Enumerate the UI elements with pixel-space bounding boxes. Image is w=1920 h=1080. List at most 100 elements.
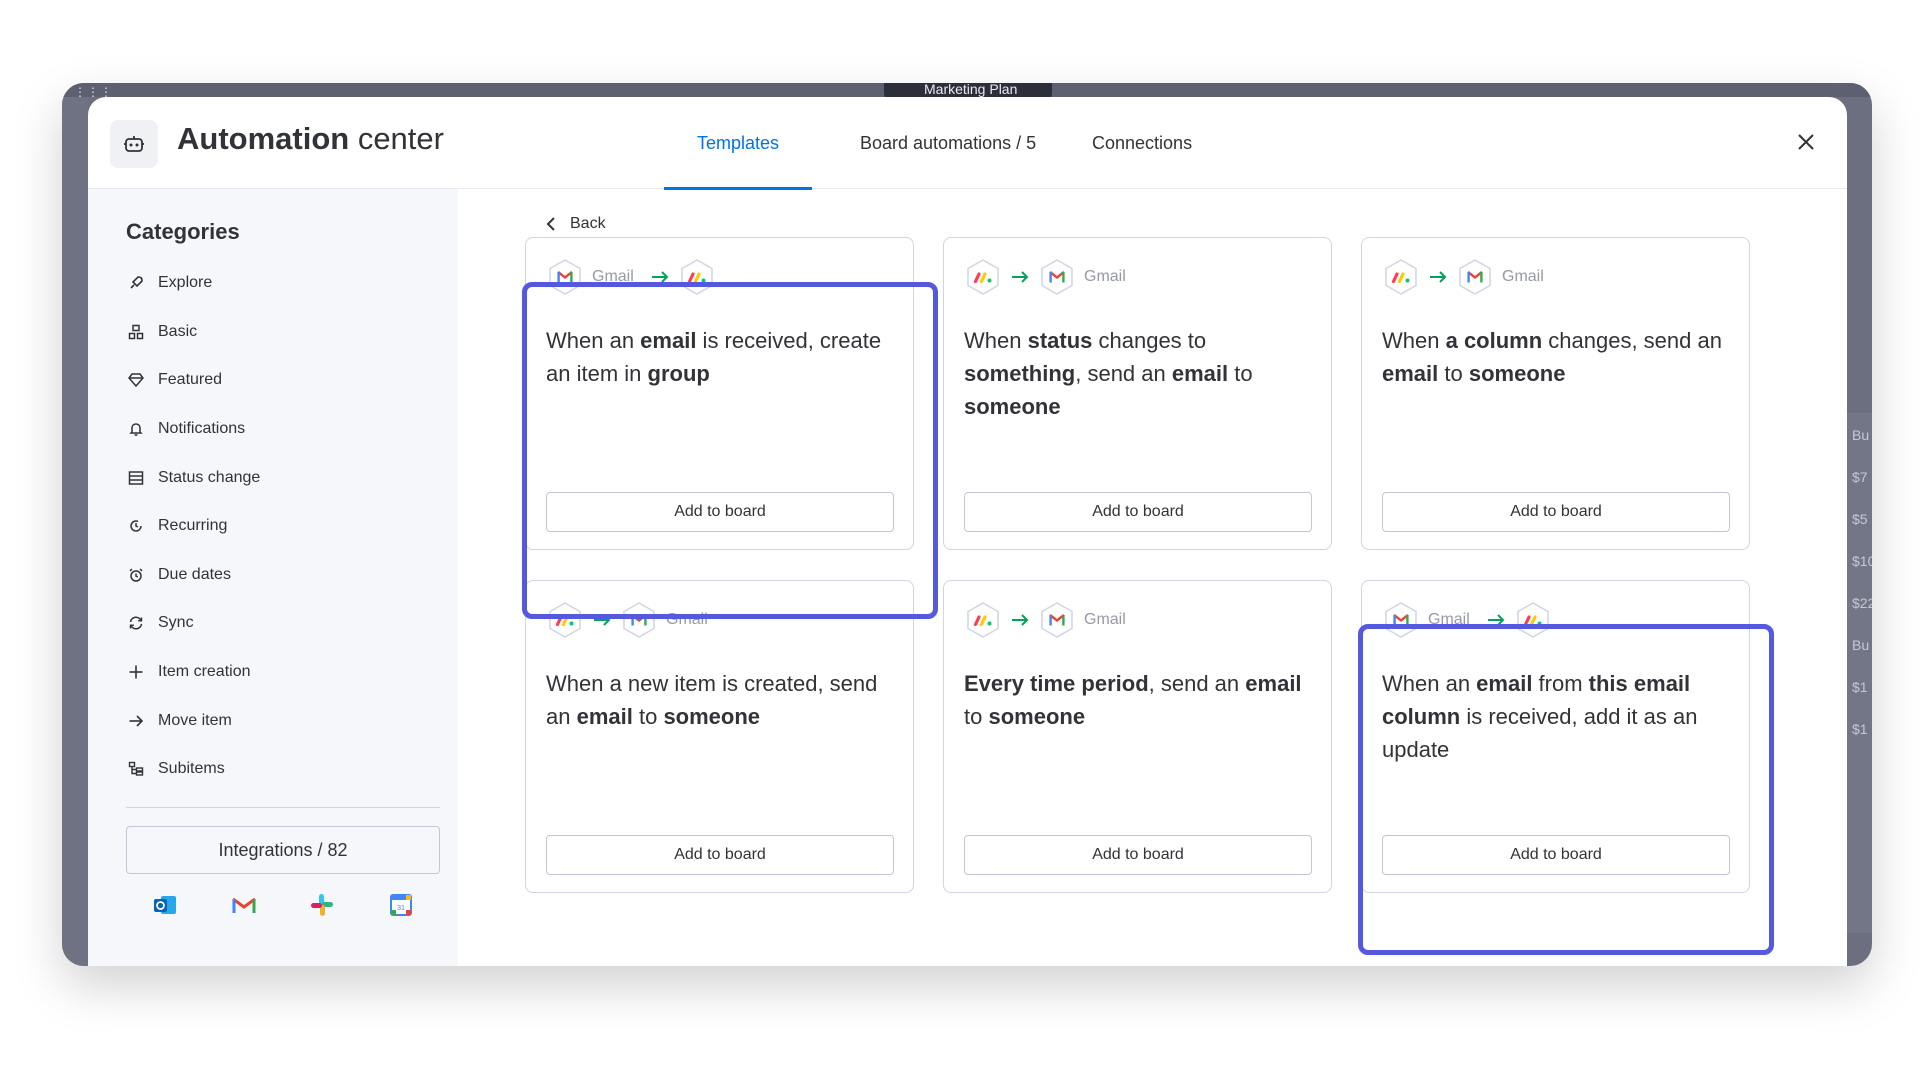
sidebar-item-label: Due dates — [158, 565, 231, 583]
close-icon[interactable] — [1789, 125, 1823, 159]
monday-icon — [964, 601, 1002, 639]
description-keyword: email — [1171, 361, 1229, 386]
back-label: Back — [570, 215, 606, 232]
add-to-board-button[interactable]: Add to board — [546, 492, 894, 532]
sidebar-item-featured[interactable]: Featured — [126, 356, 426, 405]
arrow-right-icon — [126, 711, 146, 731]
integration-flow: Gmail — [964, 258, 1134, 296]
sidebar-item-item-creation[interactable]: Item creation — [126, 648, 426, 697]
title-bold: Automation — [177, 121, 350, 156]
description-keyword: email — [1476, 671, 1533, 696]
template-card[interactable]: Gmail When an email from this email colum… — [1361, 580, 1750, 893]
gmail-label: Gmail — [1428, 611, 1470, 628]
add-to-board-button[interactable]: Add to board — [1382, 492, 1730, 532]
tab-bar: Templates Board automations / 5 Connecti… — [664, 97, 1192, 190]
template-description: When status changes to something, send a… — [964, 324, 1314, 423]
sidebar-item-explore[interactable]: Explore — [126, 259, 426, 308]
google-calendar-icon[interactable]: 31 — [385, 889, 417, 921]
background-cell: $1 — [1852, 679, 1868, 695]
description-text: When — [964, 328, 1028, 353]
integration-flow: Gmail — [964, 601, 1134, 639]
sidebar-item-due-dates[interactable]: Due dates — [126, 551, 426, 600]
gmail-icon — [546, 258, 584, 296]
integration-flow: Gmail — [1382, 258, 1552, 296]
gmail-label: Gmail — [1084, 268, 1126, 285]
template-description: When an email from this email column is … — [1382, 667, 1732, 766]
sidebar-item-subitems[interactable]: Subitems — [126, 745, 426, 794]
description-keyword: something — [964, 361, 1076, 386]
alarm-icon — [126, 565, 146, 585]
integration-flow: Gmail — [1382, 601, 1552, 639]
sidebar-item-notifications[interactable]: Notifications — [126, 405, 426, 454]
categories-title: Categories — [126, 219, 240, 244]
modal-header: Automation center Templates Board automa… — [88, 97, 1847, 190]
bell-icon — [126, 419, 146, 439]
add-to-board-button[interactable]: Add to board — [546, 835, 894, 875]
template-card[interactable]: Gmail When a new item is created, send an… — [525, 580, 914, 893]
background-cell: $10 — [1852, 553, 1872, 569]
outlook-icon[interactable] — [149, 889, 181, 921]
add-to-board-button[interactable]: Add to board — [964, 492, 1312, 532]
sidebar-item-label: Notifications — [158, 420, 246, 438]
description-keyword: someone — [663, 704, 761, 729]
integrations-button[interactable]: Integrations / 82 — [126, 826, 440, 874]
tab-templates[interactable]: Templates — [664, 97, 812, 190]
template-card[interactable]: Gmail When a column changes, send an emai… — [1361, 237, 1750, 550]
description-text: , send an — [1148, 671, 1246, 696]
tab-connections[interactable]: Connections — [1082, 97, 1192, 189]
monday-icon — [678, 258, 716, 296]
subitems-icon — [126, 759, 146, 779]
template-card[interactable]: Gmail When an email is received, create a… — [525, 237, 914, 550]
background-cell: $22 — [1852, 595, 1872, 611]
sidebar-item-label: Featured — [158, 371, 223, 389]
categories-sidebar: Categories Explore Basic Featured Notificat… — [88, 189, 458, 966]
categories-list: Explore Basic Featured Notifications Status … — [126, 259, 426, 794]
gmail-icon[interactable] — [228, 889, 260, 921]
gmail-icon — [620, 601, 658, 639]
description-text: from — [1532, 671, 1589, 696]
gmail-icon — [1038, 258, 1076, 296]
sidebar-item-basic[interactable]: Basic — [126, 308, 426, 357]
add-to-board-button[interactable]: Add to board — [1382, 835, 1730, 875]
description-keyword: email — [1245, 671, 1302, 696]
sidebar-item-label: Item creation — [158, 663, 251, 681]
gmail-label: Gmail — [1502, 268, 1544, 285]
integration-icons: 31 — [126, 889, 440, 921]
sidebar-item-sync[interactable]: Sync — [126, 599, 426, 648]
back-button[interactable]: Back — [546, 215, 606, 233]
background-cell: Bu — [1852, 427, 1870, 443]
sidebar-item-label: Status change — [158, 468, 261, 486]
robot-icon — [110, 120, 158, 168]
background-cell: $7 — [1852, 469, 1868, 485]
sidebar-item-recurring[interactable]: Recurring — [126, 502, 426, 551]
background-cell: Bu — [1852, 637, 1870, 653]
background-sidebar — [62, 97, 88, 966]
description-keyword: someone — [964, 394, 1061, 419]
template-description: Every time period, send an email to some… — [964, 667, 1314, 733]
rocket-icon — [126, 273, 146, 293]
add-to-board-button[interactable]: Add to board — [964, 835, 1312, 875]
chevron-left-icon — [546, 217, 555, 231]
monday-icon — [1514, 601, 1552, 639]
description-text: to — [1228, 361, 1253, 386]
description-keyword: status — [1027, 328, 1093, 353]
sidebar-item-status-change[interactable]: Status change — [126, 453, 426, 502]
arrow-right-icon — [1011, 270, 1029, 284]
automation-center-modal: Automation center Templates Board automa… — [88, 97, 1847, 966]
gmail-label: Gmail — [666, 611, 708, 628]
description-text: to — [632, 704, 664, 729]
sidebar-item-move-item[interactable]: Move item — [126, 696, 426, 745]
description-text: to — [964, 704, 989, 729]
svg-text:31: 31 — [397, 905, 405, 912]
template-description: When a new item is created, send an emai… — [546, 667, 896, 733]
template-description: When an email is received, create an ite… — [546, 324, 896, 390]
template-card[interactable]: Gmail Every time period, send an email to… — [943, 580, 1332, 893]
description-text: changes, send an — [1542, 328, 1722, 353]
template-card[interactable]: Gmail When status changes to something, s… — [943, 237, 1332, 550]
sidebar-item-label: Move item — [158, 711, 232, 729]
description-keyword: group — [647, 361, 710, 386]
sync-icon — [126, 613, 146, 633]
tab-board-automations[interactable]: Board automations / 5 — [812, 97, 1082, 189]
slack-icon[interactable] — [306, 889, 338, 921]
description-text: When an — [1382, 671, 1477, 696]
